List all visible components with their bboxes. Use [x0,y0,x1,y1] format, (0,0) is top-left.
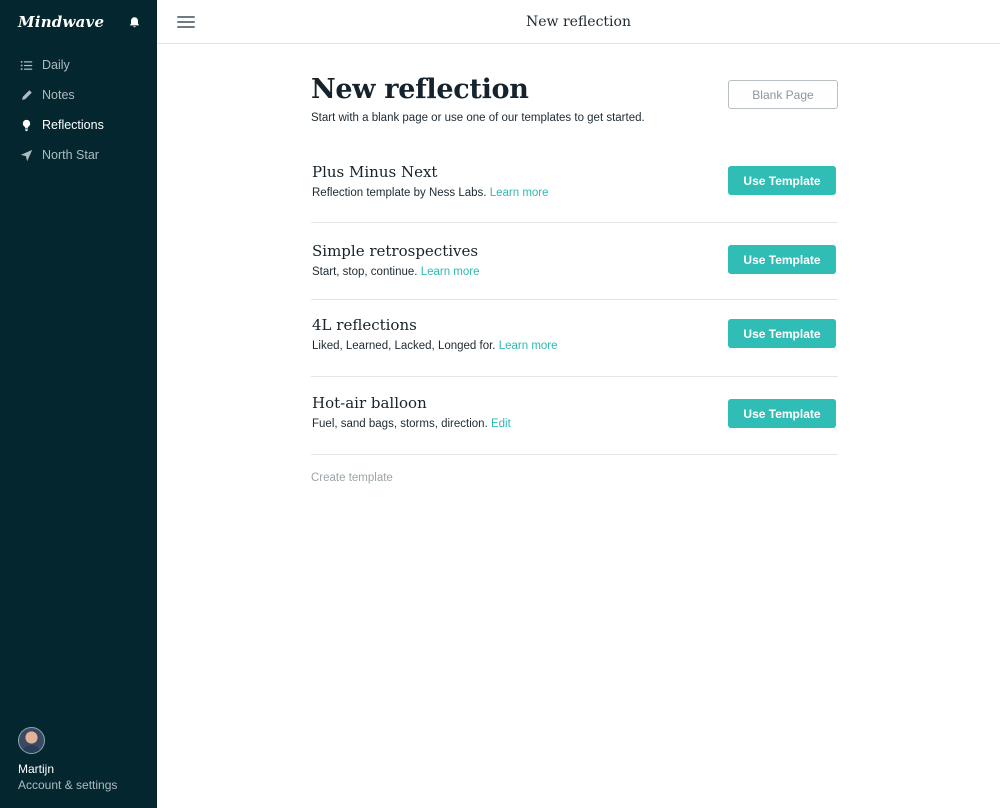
template-description: Reflection template by Ness Labs. Learn … [312,187,549,199]
use-template-button[interactable]: Use Template [728,319,836,348]
template-row: Simple retrospectives Start, stop, conti… [311,223,838,300]
list-icon [18,57,34,73]
learn-more-link[interactable]: Learn more [490,187,549,199]
create-template-link[interactable]: Create template [311,472,393,484]
user-account[interactable]: Martijn Account & settings [18,727,117,792]
template-name: 4L reflections [312,316,417,334]
use-template-button[interactable]: Use Template [728,166,836,195]
sidebar-nav: Daily Notes Reflections North Star [0,50,157,170]
template-description-text: Start, stop, continue. [312,266,418,278]
avatar[interactable] [18,727,45,754]
template-description-text: Liked, Learned, Lacked, Longed for. [312,340,496,352]
sidebar-item-label: Daily [42,58,70,72]
navigation-arrow-icon [18,147,34,163]
page-title: New reflection [311,74,529,105]
template-description-text: Reflection template by Ness Labs. [312,187,487,199]
account-settings-link[interactable]: Account & settings [18,778,117,792]
top-bar-title: New reflection [526,13,631,30]
template-description: Start, stop, continue. Learn more [312,266,480,278]
template-description: Liked, Learned, Lacked, Longed for. Lear… [312,340,558,352]
blank-page-button[interactable]: Blank Page [728,80,838,109]
use-template-button[interactable]: Use Template [728,399,836,428]
learn-more-link[interactable]: Learn more [421,266,480,278]
main-content: New reflection Start with a blank page o… [311,44,838,484]
template-description-text: Fuel, sand bags, storms, direction. [312,418,488,430]
page-subtitle: Start with a blank page or use one of ou… [311,112,645,124]
brand-row: Mindwave [0,0,157,44]
edit-template-link[interactable]: Edit [491,418,511,430]
pen-icon [18,87,34,103]
sidebar-item-label: North Star [42,148,99,162]
learn-more-link[interactable]: Learn more [499,340,558,352]
template-row: 4L reflections Liked, Learned, Lacked, L… [311,300,838,377]
sidebar-item-north-star[interactable]: North Star [0,140,157,170]
template-row: Hot-air balloon Fuel, sand bags, storms,… [311,377,838,455]
page-header: New reflection Start with a blank page o… [311,44,838,159]
sidebar-item-label: Notes [42,88,75,102]
lightbulb-icon [18,117,34,133]
use-template-button[interactable]: Use Template [728,245,836,274]
template-name: Plus Minus Next [312,163,438,181]
template-name: Hot-air balloon [312,394,427,412]
bell-icon[interactable] [127,15,141,29]
hamburger-menu-icon[interactable] [177,14,195,30]
top-bar: New reflection [157,0,1000,44]
sidebar-item-label: Reflections [42,118,104,132]
template-row: Plus Minus Next Reflection template by N… [311,159,838,223]
user-name: Martijn [18,762,55,776]
sidebar-item-daily[interactable]: Daily [0,50,157,80]
app-logo[interactable]: Mindwave [18,13,104,31]
sidebar: Mindwave Daily Notes Reflections North S… [0,0,157,808]
template-name: Simple retrospectives [312,242,479,260]
template-description: Fuel, sand bags, storms, direction. Edit [312,418,511,430]
sidebar-item-reflections[interactable]: Reflections [0,110,157,140]
sidebar-item-notes[interactable]: Notes [0,80,157,110]
